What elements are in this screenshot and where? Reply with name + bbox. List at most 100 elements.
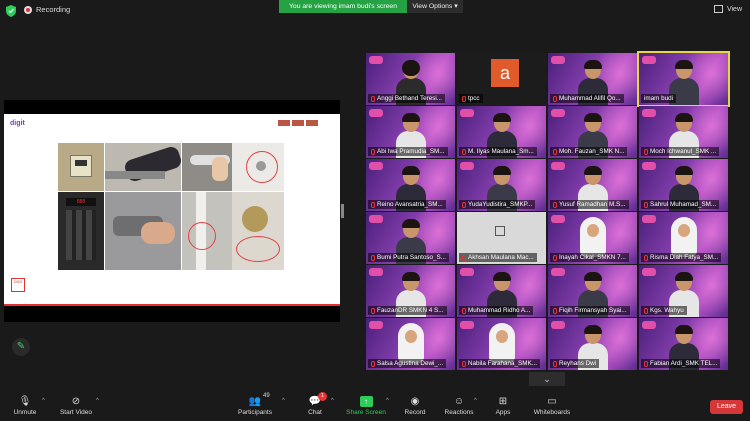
participant-tile[interactable]: Reyhans Dwi bbox=[548, 318, 637, 370]
participants-caret[interactable]: ^ bbox=[282, 398, 285, 404]
participant-tile[interactable]: Muhammad Ridho A... bbox=[457, 265, 546, 317]
participants-icon: 👥 bbox=[248, 396, 262, 407]
split-resize-handle[interactable] bbox=[341, 204, 344, 218]
mic-muted-icon bbox=[371, 360, 375, 367]
participant-name: tpcc bbox=[468, 95, 480, 102]
chevron-down-icon: ▾ bbox=[454, 3, 458, 10]
event-logo bbox=[642, 162, 656, 170]
photo-door-frame bbox=[182, 192, 232, 270]
event-logo bbox=[369, 56, 383, 64]
participant-tile[interactable]: Moh. Fauzan_SMK N... bbox=[548, 106, 637, 158]
event-logo bbox=[369, 109, 383, 117]
event-logo bbox=[642, 215, 656, 223]
participant-name-label: Moh. Fauzan_SMK N... bbox=[550, 147, 628, 156]
unmute-label: Unmute bbox=[13, 409, 37, 416]
event-logo bbox=[460, 321, 474, 329]
participant-name: Reyhans Dwi bbox=[559, 360, 597, 367]
participant-tile[interactable]: Bumi Putra Santoso_S... bbox=[366, 212, 455, 264]
participant-tile[interactable]: Nabila Farahana_SMK... bbox=[457, 318, 546, 370]
participant-name: Fiqih Firmansyah Syai... bbox=[559, 307, 627, 314]
record-button[interactable]: ◉ Record bbox=[390, 396, 440, 416]
participant-gallery: Anggi Bethand Teresi... a tpcc Muhammad Ali… bbox=[366, 51, 732, 370]
participant-tile[interactable]: Muhammad Alifil Qo... bbox=[548, 53, 637, 105]
apps-label: Apps bbox=[495, 409, 511, 416]
mic-muted-icon bbox=[644, 307, 648, 314]
mic-muted-icon bbox=[644, 201, 648, 208]
chat-unread-badge: 1 bbox=[318, 392, 327, 401]
participant-tile[interactable]: Inayah Cikal_SMKN 7... bbox=[548, 212, 637, 264]
chat-label: Chat bbox=[308, 409, 322, 416]
participant-tile[interactable]: M. Ilyas Maulana_Sm... bbox=[457, 106, 546, 158]
mic-muted-icon bbox=[553, 360, 557, 367]
participant-tile[interactable]: Fabian Ardi_SMK TEL... bbox=[639, 318, 728, 370]
reactions-caret[interactable]: ^ bbox=[474, 398, 477, 404]
event-logo bbox=[551, 109, 565, 117]
participant-name-label: Abi Iwa Pramudia_SM... bbox=[368, 147, 448, 156]
whiteboards-label: Whiteboards bbox=[533, 409, 571, 416]
digitalent-stamp-logo: DIGI bbox=[11, 278, 25, 292]
mic-muted-icon bbox=[462, 148, 466, 155]
shared-screen[interactable]: digit 888 DIGI bbox=[4, 100, 340, 322]
participant-tile[interactable]: Sahrul Muhamad_SM... bbox=[639, 159, 728, 211]
participants-count: 49 bbox=[263, 393, 270, 399]
participant-tile[interactable]: Reino Avansatria_SM... bbox=[366, 159, 455, 211]
recording-label: Recording bbox=[36, 5, 71, 14]
view-button[interactable]: View bbox=[713, 5, 742, 13]
view-options-button[interactable]: View Options ▾ bbox=[407, 0, 463, 13]
participant-name-label: Yusuf Ramadhan M.S... bbox=[550, 200, 629, 209]
start-video-button[interactable]: ⊘ Start Video bbox=[51, 396, 101, 416]
participant-tile[interactable]: Moch Ichwanul_SMK ... bbox=[639, 106, 728, 158]
leave-button[interactable]: Leave bbox=[710, 400, 743, 414]
chevron-down-icon: ⌄ bbox=[543, 374, 551, 384]
participant-tile[interactable]: Anggi Bethand Teresi... bbox=[366, 53, 455, 105]
photo-door-handle-hand bbox=[105, 143, 181, 191]
participant-tile[interactable]: a tpcc bbox=[457, 53, 546, 105]
whiteboards-button[interactable]: ▭ Whiteboards bbox=[527, 396, 577, 416]
mic-muted-icon bbox=[553, 148, 557, 155]
participant-tile[interactable]: Salsa Agustina Dewi_... bbox=[366, 318, 455, 370]
participant-tile[interactable]: FauzanDR SMKN 4 S... bbox=[366, 265, 455, 317]
presentation-slide: digit 888 DIGI bbox=[4, 114, 340, 306]
mic-muted-icon bbox=[462, 201, 466, 208]
participant-name-label: FauzanDR SMKN 4 S... bbox=[368, 306, 447, 315]
participant-name-label: Anggi Bethand Teresi... bbox=[368, 94, 445, 103]
whiteboard-icon: ▭ bbox=[547, 396, 557, 407]
video-options-caret[interactable]: ^ bbox=[96, 398, 99, 404]
event-logo bbox=[460, 162, 474, 170]
event-logo bbox=[460, 109, 474, 117]
participant-name: imam budi bbox=[644, 95, 674, 102]
participant-tile[interactable]: Yusuf Ramadhan M.S... bbox=[548, 159, 637, 211]
share-screen-button[interactable]: ↑ Share Screen bbox=[341, 396, 391, 416]
event-logo bbox=[551, 268, 565, 276]
participant-tile[interactable]: Fiqih Firmansyah Syai... bbox=[548, 265, 637, 317]
recording-indicator[interactable]: Recording bbox=[24, 5, 70, 14]
participant-name: Bumi Putra Santoso_S... bbox=[377, 254, 446, 261]
gallery-next-page-button[interactable]: ⌄ bbox=[529, 372, 565, 386]
participants-button[interactable]: 👥 49 Participants bbox=[230, 393, 280, 416]
mic-muted-icon bbox=[644, 254, 648, 261]
participant-tile[interactable]: YudaYudistira_SMKP... bbox=[457, 159, 546, 211]
share-caret[interactable]: ^ bbox=[386, 398, 389, 404]
participant-name: Abi Iwa Pramudia_SM... bbox=[377, 148, 445, 155]
security-shield-icon[interactable] bbox=[6, 5, 16, 17]
share-screen-label: Share Screen bbox=[346, 409, 386, 416]
event-logo bbox=[369, 162, 383, 170]
participant-name-label: Kgs. Wahyu bbox=[641, 306, 687, 315]
apps-button[interactable]: ⊞ Apps bbox=[478, 396, 528, 416]
audio-options-caret[interactable]: ^ bbox=[42, 398, 45, 404]
participant-tile[interactable]: Kgs. Wahyu bbox=[639, 265, 728, 317]
chat-caret[interactable]: ^ bbox=[331, 398, 334, 404]
participant-name-label: Risma Diah Fatya_SM... bbox=[641, 253, 722, 262]
participant-tile[interactable]: imam budi bbox=[637, 51, 730, 107]
participant-tile[interactable]: Abi Iwa Pramudia_SM... bbox=[366, 106, 455, 158]
participant-name-label: Sahrul Muhamad_SM... bbox=[641, 200, 720, 209]
participant-tile[interactable]: Risma Diah Fatya_SM... bbox=[639, 212, 728, 264]
participant-tile[interactable]: Akhsan Maulana Mac... bbox=[457, 212, 546, 264]
participant-name-label: Reino Avansatria_SM... bbox=[368, 200, 446, 209]
participant-name: Fabian Ardi_SMK TEL... bbox=[650, 360, 718, 367]
participant-name: Salsa Agustina Dewi_... bbox=[377, 360, 444, 367]
grid-view-icon bbox=[713, 5, 723, 13]
participant-name-label: Bumi Putra Santoso_S... bbox=[368, 253, 449, 262]
start-video-label: Start Video bbox=[59, 409, 93, 416]
annotate-pencil-icon[interactable]: ✎ bbox=[12, 338, 30, 356]
